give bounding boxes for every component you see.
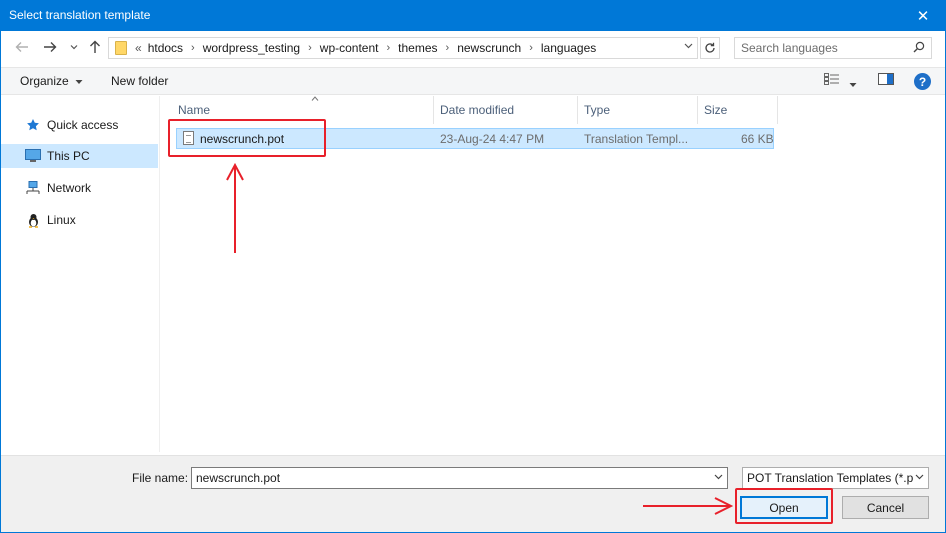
breadcrumb-separator-icon: › (445, 42, 450, 54)
navigation-pane: Quick access This PC Network Linux (1, 96, 160, 452)
sidebar-item-label: Network (47, 181, 92, 195)
breadcrumb-item-newscrunch[interactable]: newscrunch (457, 41, 521, 55)
file-name-input[interactable] (196, 471, 696, 485)
navigation-bar: « htdocs › wordpress_testing › wp-conten… (1, 31, 945, 63)
refresh-icon (705, 42, 715, 53)
linux-penguin-icon (25, 213, 41, 228)
preview-pane-button[interactable] (878, 73, 894, 88)
address-bar[interactable]: « htdocs › wordpress_testing › wp-conten… (108, 37, 698, 59)
column-header-label: Date modified (440, 103, 515, 117)
breadcrumb-item-themes[interactable]: themes (398, 41, 437, 55)
sidebar-item-linux[interactable]: Linux (1, 208, 158, 232)
column-header-name[interactable]: Name (172, 96, 434, 124)
network-icon (25, 181, 41, 195)
help-icon: ? (918, 74, 927, 89)
preview-pane-icon (878, 73, 894, 85)
file-date: 23-Aug-24 4:47 PM (440, 132, 545, 146)
arrow-up-icon (90, 40, 100, 53)
file-type-filter-value: POT Translation Templates (*.po (747, 471, 920, 485)
monitor-icon (25, 149, 41, 163)
search-icon[interactable] (913, 41, 925, 56)
search-input[interactable] (741, 41, 911, 55)
breadcrumb-item-wp-content[interactable]: wp-content (320, 41, 379, 55)
breadcrumb-item-wordpress-testing[interactable]: wordpress_testing (203, 41, 300, 55)
file-name-combobox[interactable] (191, 467, 728, 489)
sidebar-item-label: Linux (47, 213, 76, 227)
sidebar-item-label: Quick access (47, 118, 119, 132)
back-button[interactable] (13, 37, 31, 57)
breadcrumb-separator-icon: › (386, 42, 391, 54)
organize-button[interactable]: Organize (20, 74, 83, 88)
sidebar-item-network[interactable]: Network (1, 176, 158, 200)
chevron-down-icon (70, 45, 78, 50)
window-title: Select translation template (9, 8, 151, 22)
column-header-label: Type (584, 103, 611, 117)
command-bar: Organize New folder ? (1, 67, 945, 95)
arrow-right-icon (44, 42, 57, 52)
file-type-filter[interactable]: POT Translation Templates (*.po (742, 467, 929, 489)
search-box[interactable] (734, 37, 932, 59)
open-button[interactable]: Open (740, 496, 828, 519)
file-row[interactable]: newscrunch.pot 23-Aug-24 4:47 PM Transla… (176, 128, 774, 149)
forward-button[interactable] (41, 37, 59, 57)
address-dropdown-icon[interactable] (684, 41, 693, 52)
file-type: Translation Templ... (584, 132, 689, 146)
column-header-size[interactable]: Size (698, 96, 778, 124)
sidebar-item-label: This PC (47, 149, 90, 163)
dialog-footer: File name: POT Translation Templates (*.… (1, 455, 945, 532)
recent-locations-button[interactable] (67, 37, 81, 57)
chevron-down-icon (75, 80, 83, 84)
file-name: newscrunch.pot (200, 132, 285, 146)
chevron-down-icon (913, 472, 924, 483)
star-icon (25, 118, 41, 132)
chevron-down-icon[interactable] (714, 472, 723, 483)
close-icon: ✕ (916, 7, 930, 25)
breadcrumb-separator-icon: › (191, 42, 195, 54)
arrow-left-icon (15, 42, 28, 52)
file-size: 66 KB (741, 132, 774, 146)
file-list: Name Date modified Type Size newscrunch.… (161, 96, 945, 452)
column-header-label: Size (704, 103, 728, 117)
help-button[interactable]: ? (914, 73, 931, 90)
breadcrumb: « htdocs › wordpress_testing › wp-conten… (135, 41, 596, 55)
pot-file-icon (183, 131, 194, 145)
sort-ascending-icon (311, 93, 319, 103)
view-options-dropdown[interactable] (849, 76, 857, 91)
title-bar: Select translation template ✕ (0, 0, 946, 31)
breadcrumb-item-htdocs[interactable]: htdocs (148, 41, 183, 55)
column-header-date[interactable]: Date modified (434, 96, 578, 124)
breadcrumb-item-languages[interactable]: languages (541, 41, 596, 55)
new-folder-button[interactable]: New folder (111, 74, 168, 88)
organize-label: Organize (20, 74, 69, 88)
details-view-icon (824, 73, 839, 85)
sidebar-item-this-pc[interactable]: This PC (1, 144, 158, 168)
file-dialog: « htdocs › wordpress_testing › wp-conten… (0, 31, 946, 533)
view-options-button[interactable] (824, 73, 840, 88)
file-name-label: File name: (132, 471, 189, 485)
chevron-down-icon (849, 83, 857, 87)
breadcrumb-overflow[interactable]: « (135, 41, 142, 55)
sidebar-item-quick-access[interactable]: Quick access (1, 113, 158, 137)
breadcrumb-separator-icon: › (308, 42, 312, 54)
cancel-button[interactable]: Cancel (842, 496, 929, 519)
close-button[interactable]: ✕ (900, 0, 946, 31)
column-header-label: Name (178, 103, 211, 117)
breadcrumb-separator-icon: › (529, 42, 533, 54)
refresh-button[interactable] (700, 37, 720, 59)
up-button[interactable] (87, 37, 103, 57)
column-header-type[interactable]: Type (578, 96, 698, 124)
folder-icon (115, 41, 127, 55)
